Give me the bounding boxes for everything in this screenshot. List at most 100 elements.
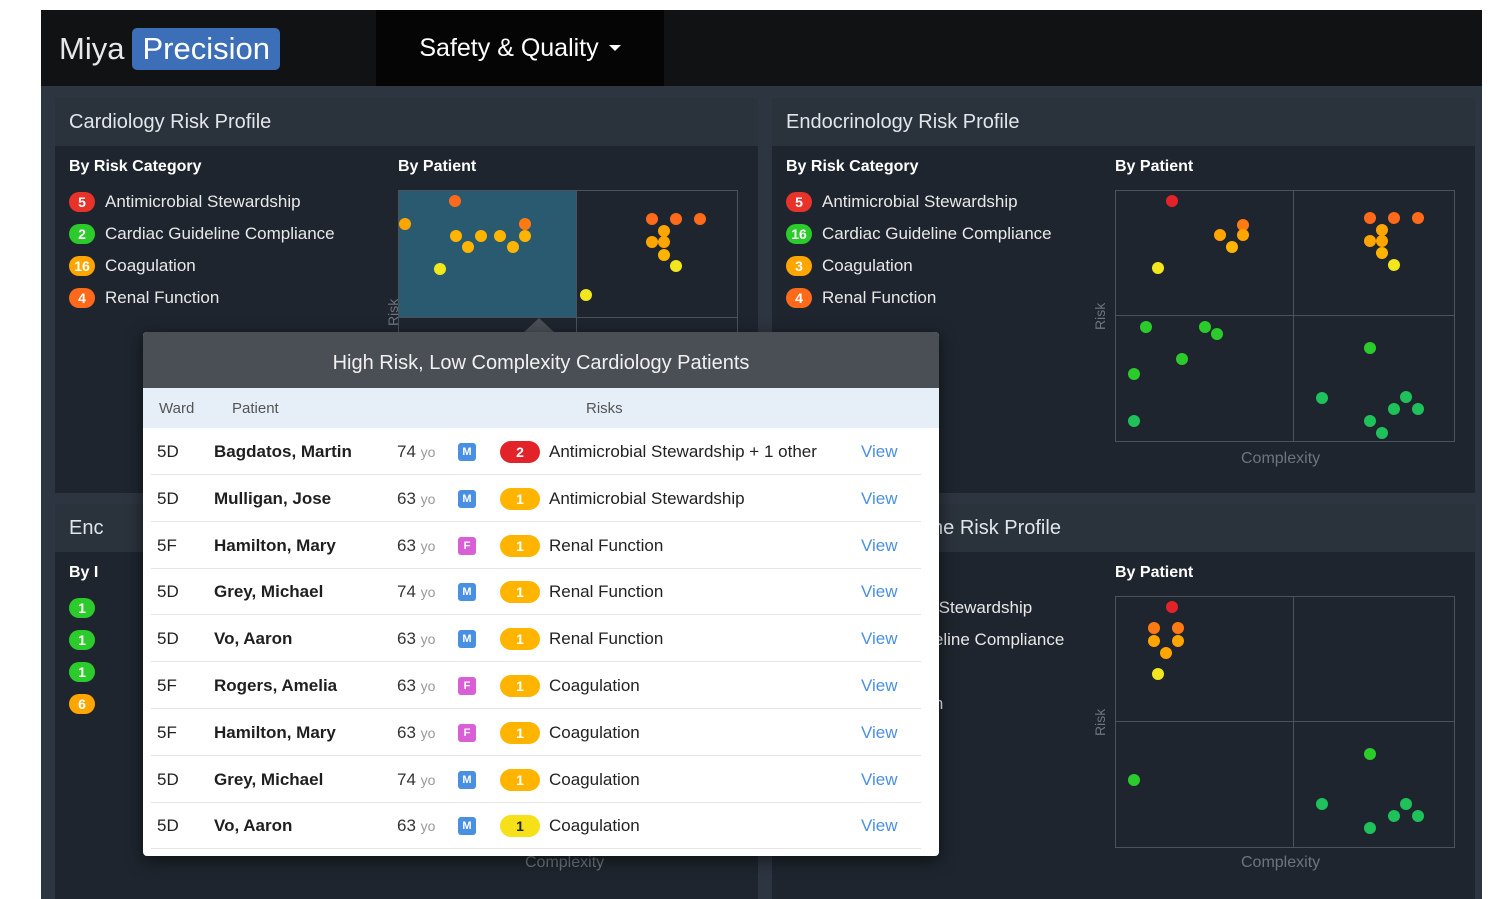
quadrant-divider [1116,315,1454,316]
patient-dot[interactable] [519,218,531,230]
patient-dot[interactable] [519,230,531,242]
patient-dot[interactable] [1128,415,1140,427]
risk-category-item[interactable]: 2 Cardiac Guideline Compliance [69,218,335,250]
patient-dot[interactable] [1364,415,1376,427]
patient-dot[interactable] [1364,822,1376,834]
view-link[interactable]: View [861,536,898,556]
patient-dot[interactable] [1128,368,1140,380]
risk-category-item[interactable]: 5 Antimicrobial Stewardship [786,186,1052,218]
patient-dot[interactable] [1148,622,1160,634]
patient-dot[interactable] [1388,259,1400,271]
patient-dot[interactable] [1166,195,1178,207]
patient-dot[interactable] [1388,212,1400,224]
patient-dot[interactable] [1140,321,1152,333]
patient-dot[interactable] [1364,342,1376,354]
patient-dot[interactable] [1364,748,1376,760]
view-link[interactable]: View [861,442,898,462]
view-link[interactable]: View [861,629,898,649]
highlighted-quadrant[interactable] [399,191,576,317]
risk-count-badge: 1 [500,581,540,604]
patient-name[interactable]: Grey, Michael [214,770,323,790]
patient-dot[interactable] [1400,798,1412,810]
patient-dot[interactable] [1160,647,1172,659]
risk-category-item[interactable]: 16 Coagulation [69,250,335,282]
patient-dot[interactable] [1214,229,1226,241]
patient-age: 63 yo [397,489,435,509]
risk-category-item[interactable]: 4 Renal Function [69,282,335,314]
patient-dot[interactable] [462,241,474,253]
patient-scatter-plot[interactable] [1115,190,1455,442]
patient-dot[interactable] [658,249,670,261]
patient-dot[interactable] [1388,403,1400,415]
patient-name[interactable]: Grey, Michael [214,582,323,602]
patient-dot[interactable] [449,195,461,207]
patient-name[interactable]: Hamilton, Mary [214,536,336,556]
age-value: 63 [397,488,416,508]
patient-name[interactable]: Rogers, Amelia [214,676,337,696]
patient-dot[interactable] [1388,810,1400,822]
patient-dot[interactable] [1172,635,1184,647]
patient-dot[interactable] [1237,229,1249,241]
risk-category-item[interactable]: 3 Coagulation [786,250,1052,282]
patient-dot[interactable] [1316,392,1328,404]
patient-dot[interactable] [1226,241,1238,253]
view-link[interactable]: View [861,770,898,790]
patient-dot[interactable] [1172,622,1184,634]
patient-dot[interactable] [1128,774,1140,786]
nav-dropdown-safety-quality[interactable]: Safety & Quality [376,10,664,86]
patient-dot[interactable] [494,230,506,242]
risk-category-item[interactable]: 1 [69,592,105,624]
brand-logo[interactable]: Miya Precision [59,26,280,72]
patient-dot[interactable] [670,260,682,272]
risk-category-item[interactable]: 16 Cardiac Guideline Compliance [786,218,1052,250]
patient-dot[interactable] [1376,247,1388,259]
patient-dot[interactable] [434,263,446,275]
risk-category-item[interactable]: 4 Renal Function [786,282,1052,314]
view-link[interactable]: View [861,816,898,836]
patient-dot[interactable] [507,241,519,253]
risk-category-item[interactable]: 6 [69,688,105,720]
risk-category-item[interactable]: 5 Antimicrobial Stewardship [69,186,335,218]
patient-dot[interactable] [646,236,658,248]
patient-dot[interactable] [1412,212,1424,224]
patient-dot[interactable] [658,236,670,248]
patient-dot[interactable] [1152,668,1164,680]
patient-dot[interactable] [1400,391,1412,403]
patient-dot[interactable] [670,213,682,225]
count-badge: 4 [69,288,95,308]
patient-name[interactable]: Hamilton, Mary [214,723,336,743]
patient-dot[interactable] [1376,427,1388,439]
patient-dot[interactable] [1166,601,1178,613]
patient-name[interactable]: Vo, Aaron [214,629,292,649]
risk-category-item[interactable]: 1 [69,656,105,688]
view-link[interactable]: View [861,676,898,696]
patient-dot[interactable] [646,213,658,225]
patient-dot[interactable] [1211,328,1223,340]
patient-dot[interactable] [580,289,592,301]
patient-dot[interactable] [1412,403,1424,415]
patient-dot[interactable] [399,218,411,230]
risk-category-label: Renal Function [822,288,937,307]
view-link[interactable]: View [861,582,898,602]
patient-name[interactable]: Vo, Aaron [214,816,292,836]
patient-name[interactable]: Bagdatos, Martin [214,442,352,462]
view-link[interactable]: View [861,489,898,509]
patient-scatter-plot[interactable] [1115,596,1455,848]
ward-cell: 5D [157,629,179,649]
view-link[interactable]: View [861,723,898,743]
patient-dot[interactable] [1364,212,1376,224]
patient-dot[interactable] [1316,798,1328,810]
patient-dot[interactable] [1364,235,1376,247]
patient-dot[interactable] [450,230,462,242]
patient-dot[interactable] [1376,235,1388,247]
patient-dot[interactable] [1176,353,1188,365]
patient-dot[interactable] [1199,321,1211,333]
patient-dot[interactable] [1412,810,1424,822]
patient-dot[interactable] [1152,262,1164,274]
y-axis-label: Risk [385,298,401,326]
patient-name[interactable]: Mulligan, Jose [214,489,331,509]
patient-dot[interactable] [475,230,487,242]
risk-category-item[interactable]: 1 [69,624,105,656]
patient-dot[interactable] [694,213,706,225]
patient-dot[interactable] [1148,635,1160,647]
